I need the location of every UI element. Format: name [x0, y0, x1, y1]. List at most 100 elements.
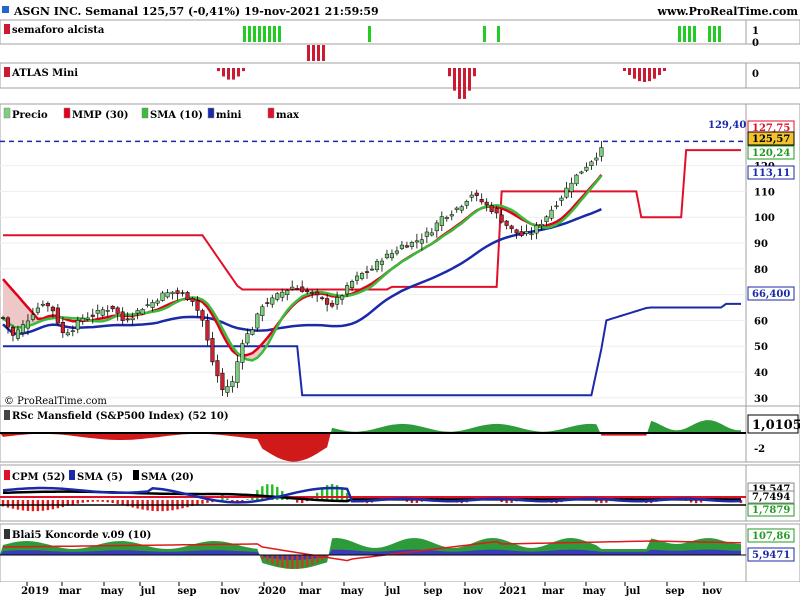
candle-body	[81, 318, 85, 321]
candle-body	[151, 302, 155, 307]
cpm-bar	[201, 500, 203, 504]
cpm-legend-swatch	[69, 470, 75, 480]
atlas-bar	[217, 68, 220, 71]
candle-body	[121, 312, 125, 321]
semaforo-bar	[688, 26, 691, 42]
candle-body	[126, 319, 130, 320]
koncorde-brown-bar	[296, 555, 298, 569]
atlas-bar	[623, 68, 626, 71]
candle-body	[146, 305, 150, 306]
x-axis-label: 2019	[21, 586, 49, 597]
rsc-negative-area	[0, 420, 741, 462]
koncorde-brown-bar	[276, 555, 278, 566]
candle-body	[141, 309, 145, 314]
window-icon[interactable]	[2, 6, 9, 13]
candle-body	[430, 233, 434, 235]
price-lines	[0, 141, 746, 395]
semaforo-bar	[268, 26, 271, 42]
candle-body	[335, 297, 339, 304]
cpm-bar	[7, 500, 9, 508]
cpm-bar	[321, 488, 323, 500]
candle-body	[395, 251, 399, 253]
candle-body	[505, 221, 509, 226]
candle-body	[260, 307, 264, 316]
site-url[interactable]: www.ProRealTime.com	[657, 5, 799, 18]
candle-body	[455, 208, 459, 210]
cpm-bar	[186, 500, 188, 507]
candle-body	[131, 318, 135, 320]
semaforo-bar	[693, 26, 696, 42]
candle-body	[560, 198, 564, 200]
candle-body	[231, 381, 235, 386]
candle-body	[280, 292, 284, 297]
candle-body	[595, 158, 599, 160]
cpm-values: 19,5477,74941,7879	[748, 483, 794, 516]
semaforo-swatch	[4, 24, 10, 34]
candle-body	[31, 315, 35, 320]
koncorde-panel: Blai5 Koncorde v.09 (10) 107,865,9471	[0, 529, 794, 569]
candle-body	[21, 325, 25, 333]
candle-body	[410, 242, 414, 246]
rsc-swatch	[4, 410, 10, 420]
atlas-bars	[217, 68, 666, 99]
candle-body	[211, 338, 215, 362]
koncorde-brown-bar	[271, 555, 273, 564]
koncorde-brown-bar	[281, 555, 283, 567]
price-axis-label: 40	[754, 368, 768, 379]
koncorde-area	[0, 538, 746, 569]
cpm-bar	[296, 500, 298, 503]
candle-body	[36, 308, 40, 312]
candle-body	[26, 321, 30, 328]
x-axis-label: jul	[140, 586, 156, 597]
candle-body	[96, 310, 100, 313]
candle-body	[570, 183, 574, 191]
legend-label: MMP (30)	[72, 110, 129, 121]
candle-body	[166, 293, 170, 297]
semaforo-bar	[718, 26, 721, 42]
semaforo-bar	[278, 26, 281, 42]
x-axis-label: mar	[299, 586, 322, 597]
candle-body	[525, 231, 529, 233]
cpm-bar	[72, 500, 74, 505]
koncorde-brown-bar	[306, 555, 308, 567]
atlas-label: ATLAS Mini	[11, 68, 78, 79]
atlas-bar	[628, 68, 631, 75]
candle-body	[550, 210, 554, 218]
candle-body	[246, 334, 250, 343]
x-axis-label: may	[341, 586, 365, 597]
semaforo-bar	[678, 26, 681, 42]
candle-body	[330, 303, 334, 306]
price-badge-text: 120,24	[752, 148, 790, 159]
candle-body	[46, 303, 50, 306]
candle-body	[196, 300, 200, 310]
koncorde-brown-bar	[291, 555, 293, 569]
dashed-level-label: 129,40	[708, 120, 746, 131]
candle-body	[480, 199, 484, 202]
atlas-bar	[453, 68, 456, 91]
cpm-area	[0, 484, 746, 511]
x-axis-label: jul	[625, 586, 641, 597]
candle-body	[580, 172, 584, 173]
candle-body	[360, 273, 364, 278]
semaforo-bar	[273, 26, 276, 42]
candle-body	[206, 320, 210, 340]
candle-body	[91, 315, 95, 317]
candle-body	[61, 322, 65, 332]
candle-body	[290, 287, 294, 289]
candle-body	[6, 318, 10, 327]
price-axis-label: 50	[754, 342, 768, 353]
semaforo-bar	[368, 26, 371, 42]
cpm-bar	[116, 500, 118, 504]
cpm-bar	[92, 500, 94, 502]
candle-body	[161, 293, 165, 301]
cpm-legend-label: SMA (5)	[77, 472, 123, 483]
legend-swatch	[142, 108, 148, 118]
candle-body	[535, 225, 539, 233]
legend-swatch	[208, 108, 214, 118]
atlas-panel: ATLAS Mini 0	[4, 67, 759, 99]
koncorde-value-text: 5,9471	[752, 550, 790, 561]
candle-body	[320, 298, 324, 299]
semaforo-bar	[708, 26, 711, 42]
x-axis-label: 2020	[258, 586, 286, 597]
price-badge-text: 125,57	[752, 134, 790, 145]
